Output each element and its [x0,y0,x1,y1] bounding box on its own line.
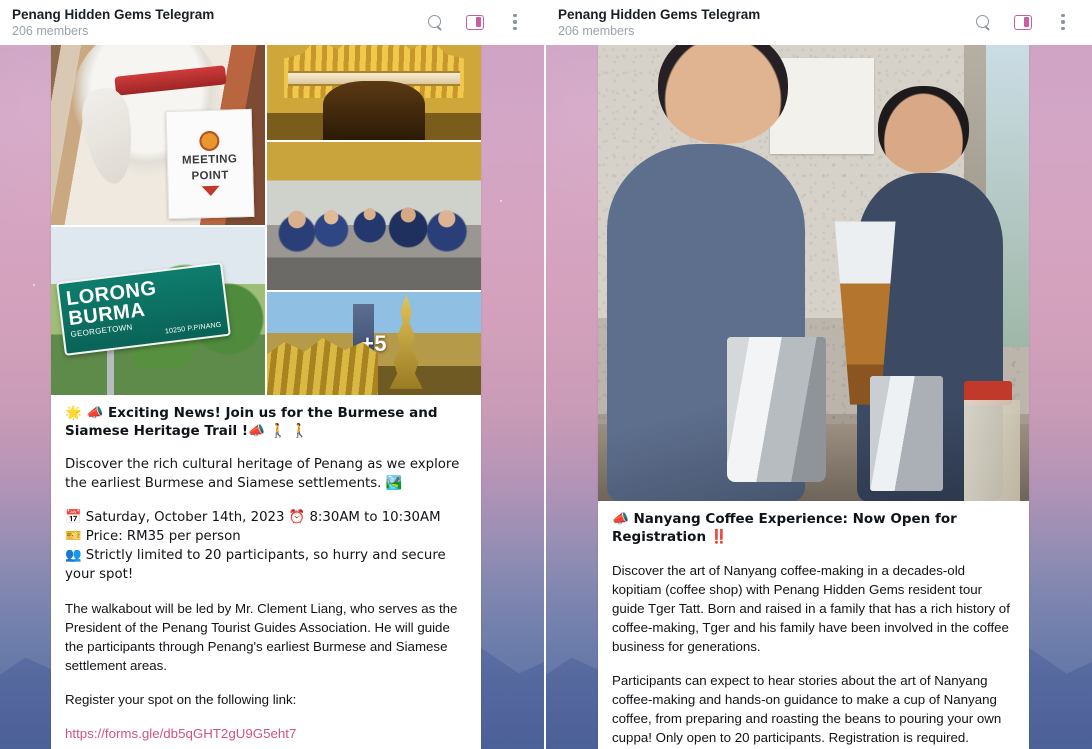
chat-panel-left: Penang Hidden Gems Telegram 206 members [0,0,546,749]
chat-members-count-left: 206 members [12,23,89,38]
message-paragraph-about: Discover the art of Nanyang coffee-makin… [612,563,1010,654]
message-paragraph-intro: Discover the rich cultural heritage of P… [65,457,460,491]
meeting-point-line2: POINT [190,170,229,184]
more-options-icon [513,14,517,30]
search-icon [975,14,991,30]
message-heading-left: 🌟 📣 Exciting News! Join us for the Burme… [65,405,438,439]
metal-coffee-pot [727,337,827,482]
panel-toggle-icon [466,14,484,30]
message-detail-lines: 📅 Saturday, October 14th, 2023 ⏰ 8:30AM … [65,508,467,584]
message-list-right[interactable]: 📣 Nanyang Coffee Experience: Now Open fo… [546,45,1092,749]
lorong-burma-signboard: LORONG BURMA GEORGETOWN 10250 P.PINANG [55,262,231,357]
message-paragraph-experience: Participants can expect to hear stories … [612,673,1002,745]
chat-title-right: Penang Hidden Gems Telegram [558,6,761,22]
search-button-left[interactable] [424,11,446,33]
chat-panel-right: Penang Hidden Gems Telegram 206 members [546,0,1092,749]
meeting-point-sign: MEETING POINT [165,109,254,220]
glass-jar [964,399,1021,501]
detail-line-price: 🎫 Price: RM35 per person [65,529,241,544]
more-options-button-left[interactable] [504,11,526,33]
message-bubble-right[interactable]: 📣 Nanyang Coffee Experience: Now Open fo… [598,45,1029,749]
panel-toggle-icon [1014,14,1032,30]
more-options-icon [1061,14,1065,30]
chat-header-titles-right[interactable]: Penang Hidden Gems Telegram 206 members [558,6,972,39]
more-options-button-right[interactable] [1052,11,1074,33]
album-column-right: +5 [267,45,481,395]
detail-line-date: 📅 Saturday, October 14th, 2023 ⏰ 8:30AM … [65,510,441,525]
header-actions-left [424,11,530,33]
panel-toggle-button-left[interactable] [464,11,486,33]
temple-gate-nameplate [288,71,460,87]
album-column-left: MEETING POINT LORONG BURMA GEORGETOWN 10… [51,45,265,395]
chat-header-left: Penang Hidden Gems Telegram 206 members [0,0,544,45]
album-photo-pagoda[interactable]: +5 [267,292,481,395]
detail-line-capacity: 👥 Strictly limited to 20 participants, s… [65,548,446,582]
metal-kettle [869,375,943,492]
registration-link[interactable]: https://forms.gle/db5qGHT2gU9G5eht7 [65,724,467,743]
panel-toggle-button-right[interactable] [1012,11,1034,33]
message-heading-right: 📣 Nanyang Coffee Experience: Now Open fo… [612,511,957,545]
album-photo-tour-group[interactable] [267,142,481,291]
woman-head [878,86,969,174]
chat-header-right: Penang Hidden Gems Telegram 206 members [546,0,1092,45]
logo-seal-icon [198,131,220,153]
telegram-dual-panel-window: Penang Hidden Gems Telegram 206 members [0,0,1092,749]
meeting-point-line1: MEETING [181,154,238,168]
header-actions-right [972,11,1078,33]
photo-nanyang-coffee[interactable] [598,45,1029,501]
message-text-body-right: 📣 Nanyang Coffee Experience: Now Open fo… [598,501,1029,749]
elephant-red-band [114,65,228,96]
message-bubble-left[interactable]: MEETING POINT LORONG BURMA GEORGETOWN 10… [51,45,481,749]
down-arrow-icon [200,186,220,198]
message-paragraph-register: Register your spot on the following link… [65,692,297,707]
album-photo-street-sign[interactable]: LORONG BURMA GEORGETOWN 10250 P.PINANG [51,226,265,395]
search-button-right[interactable] [972,11,994,33]
message-list-left[interactable]: MEETING POINT LORONG BURMA GEORGETOWN 10… [0,45,544,749]
photo-album-grid[interactable]: MEETING POINT LORONG BURMA GEORGETOWN 10… [51,45,481,395]
search-icon [427,14,443,30]
chat-header-titles-left[interactable]: Penang Hidden Gems Telegram 206 members [12,6,424,39]
chat-members-count-right: 206 members [558,23,635,38]
chat-title-left: Penang Hidden Gems Telegram [12,6,215,22]
message-paragraph-guide: The walkabout will be led by Mr. Clement… [65,601,458,673]
album-photo-temple-gate[interactable] [267,45,481,141]
album-photo-elephant[interactable]: MEETING POINT [51,45,265,225]
more-photos-badge[interactable]: +5 [267,292,481,395]
message-text-body-left: 🌟 📣 Exciting News! Join us for the Burme… [51,395,481,749]
